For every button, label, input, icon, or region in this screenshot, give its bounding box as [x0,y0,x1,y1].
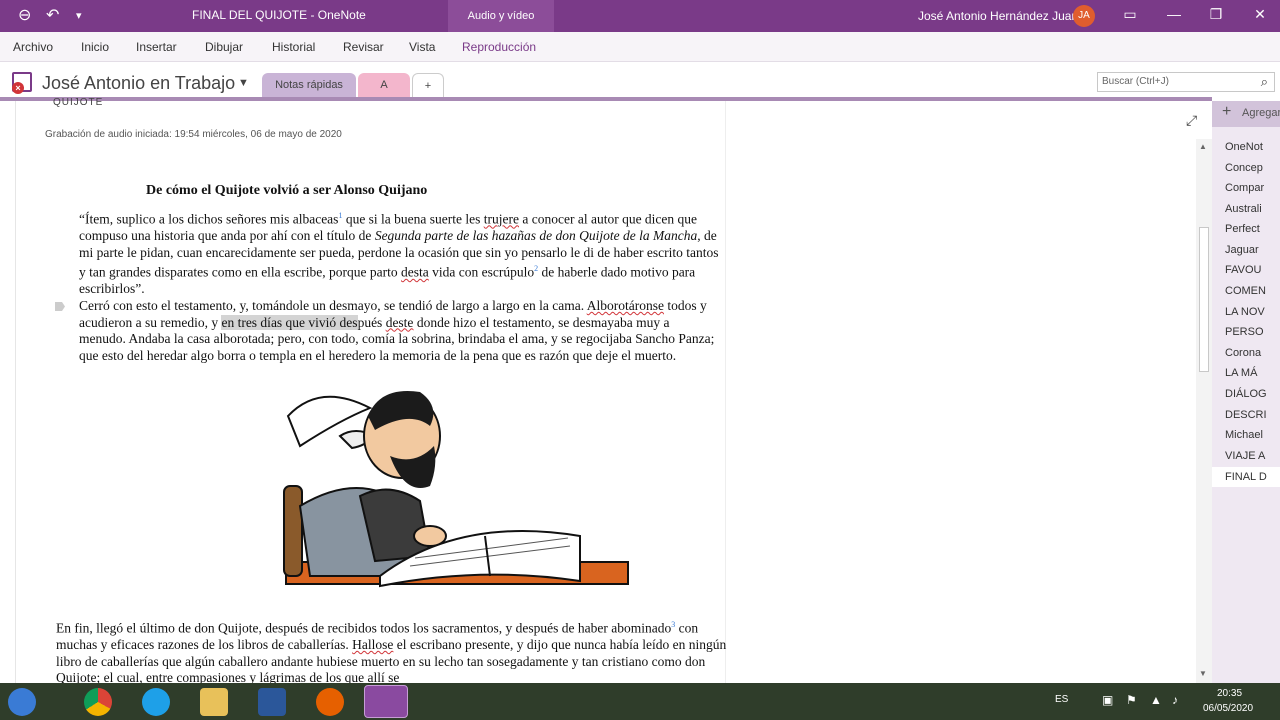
page-list-item[interactable]: Perfect [1225,223,1260,235]
recording-note: Grabación de audio iniciada: 19:54 miérc… [45,129,342,140]
paragraph-final[interactable]: En fin, llegó el último de don Quijote, … [56,617,732,687]
chapter-heading[interactable]: De cómo el Quijote volvió a ser Alonso Q… [146,183,427,199]
clock-time[interactable]: 20:35 [1217,688,1242,699]
ribbon-tabs: Archivo Inicio Insertar Dibujar Historia… [0,32,1280,62]
ribbon-display-icon[interactable]: ▭ [1120,6,1140,23]
add-page-button[interactable]: + Agregar [1212,101,1280,127]
note-container-edge [725,101,726,683]
search-placeholder: Buscar (Ctrl+J) [1102,76,1169,87]
page-list-item[interactable]: Australi [1225,203,1262,215]
text-run: que si la buena suerte les [342,211,484,227]
margin-line [15,101,16,683]
page-list-item[interactable]: Jaguar [1225,244,1259,256]
plus-icon: + [1222,103,1232,120]
book-title: Segunda parte de las hazañas de don Quij… [374,228,698,244]
spelling-error: Alborotáronse [586,298,664,313]
page-list-item[interactable]: Corona [1225,347,1261,359]
text-run: “Ítem, suplico a los dichos señores mis … [79,211,339,227]
paragraph-death[interactable]: Cerró con esto el testamento, y, tomándo… [79,298,719,364]
chrome-icon[interactable] [84,688,112,716]
quijote-illustration[interactable] [280,386,632,602]
window-title: FINAL DEL QUIJOTE - OneNote [192,8,366,22]
wifi-icon[interactable]: ▲ [1150,693,1162,707]
expand-icon[interactable]: ⤢ [1186,112,1197,129]
page-list-item-selected[interactable]: FINAL D [1212,467,1280,487]
scroll-down-icon[interactable]: ▼ [1199,669,1207,678]
page-list-item[interactable]: Concep [1225,162,1263,174]
scroll-thumb[interactable] [1199,227,1209,372]
network-warning-icon[interactable]: ▣ [1102,693,1113,707]
undo-icon[interactable]: ↶ [46,7,59,25]
page-list-item[interactable]: FAVOU [1225,264,1261,276]
back-icon[interactable]: ⊖ [18,7,31,25]
page-list-item[interactable]: LA MÁ [1225,367,1257,379]
tab-revisar[interactable]: Revisar [343,40,384,54]
paragraph-testament[interactable]: “Ítem, suplico a los dichos señores mis … [79,208,719,298]
spelling-error: Hallose [352,637,394,653]
page-title[interactable]: QUIJOTE [53,97,103,108]
text-run: Cerró con esto el testamento, y, tomándo… [79,298,587,313]
language-indicator[interactable]: ES [1055,694,1068,705]
title-bar: ⊖ ↶ ▾ FINAL DEL QUIJOTE - OneNote Audio … [0,0,1280,32]
section-tab-a[interactable]: A [358,73,410,99]
tab-historial[interactable]: Historial [272,40,315,54]
search-input[interactable]: Buscar (Ctrl+J) ⌕ [1097,72,1275,92]
user-name[interactable]: José Antonio Hernández Juan [918,9,1078,23]
page-list-item[interactable]: Compar [1225,182,1264,194]
maximize-icon[interactable]: ❐ [1206,6,1226,23]
internet-explorer-icon[interactable] [142,688,170,716]
tab-vista[interactable]: Vista [409,40,435,54]
text-run: En fin, llegó el último de don Quijote, … [56,620,672,636]
page-list-item[interactable]: Michael [1225,429,1263,441]
writer-image [283,391,629,588]
text-run: pués [357,314,386,330]
chevron-down-icon[interactable]: ▼ [238,77,249,89]
flag-icon[interactable]: ⚑ [1126,693,1137,707]
page-list-item[interactable]: VIAJE A [1225,450,1265,462]
sync-error-icon: × [12,82,24,94]
tab-reproduccion[interactable]: Reproducción [462,40,536,54]
spelling-error: desta [401,264,429,280]
page-list-item[interactable]: OneNot [1225,141,1263,153]
scroll-up-icon[interactable]: ▲ [1199,142,1207,151]
tab-insertar[interactable]: Insertar [136,40,177,54]
search-icon[interactable]: ⌕ [1261,74,1268,90]
page-list-item[interactable]: LA NOV [1225,306,1265,318]
spelling-error: trujere [483,211,519,227]
clock-date[interactable]: 06/05/2020 [1203,703,1253,714]
spelling-error: deste [385,314,414,330]
word-icon[interactable] [258,688,286,716]
avatar[interactable]: JA [1073,5,1095,27]
playback-highlight: en tres días que vivió des [221,314,358,330]
page-list-item[interactable]: DESCRI [1225,409,1267,421]
firefox-icon[interactable] [316,688,344,716]
tab-archivo[interactable]: Archivo [13,40,53,54]
page-list-item[interactable]: COMEN [1225,285,1266,297]
notebook-name[interactable]: José Antonio en Trabajo [42,73,235,94]
context-tab-audio-video[interactable]: Audio y vídeo [448,0,554,32]
tab-inicio[interactable]: Inicio [81,40,109,54]
page-list-item[interactable]: PERSO [1225,326,1264,338]
close-icon[interactable]: ✕ [1250,6,1270,23]
volume-icon[interactable]: ♪ [1172,693,1178,707]
customize-quick-access-icon[interactable]: ▾ [76,7,82,25]
section-tab-notas-rapidas[interactable]: Notas rápidas [262,73,356,99]
start-icon[interactable] [8,688,36,716]
file-explorer-icon[interactable] [200,688,228,716]
add-section-button[interactable]: + [412,73,444,99]
onenote-icon[interactable] [364,685,408,718]
add-page-label: Agregar [1242,107,1280,119]
text-run: vida con escrúpulo [428,264,535,280]
vertical-scrollbar[interactable]: ▲ ▼ [1196,139,1212,683]
minimize-icon[interactable]: — [1164,6,1184,22]
tab-dibujar[interactable]: Dibujar [205,40,243,54]
taskbar: ES ▣ ⚑ ▲ ♪ 20:35 06/05/2020 [0,683,1280,720]
page-list-item[interactable]: DIÁLOG [1225,388,1267,400]
